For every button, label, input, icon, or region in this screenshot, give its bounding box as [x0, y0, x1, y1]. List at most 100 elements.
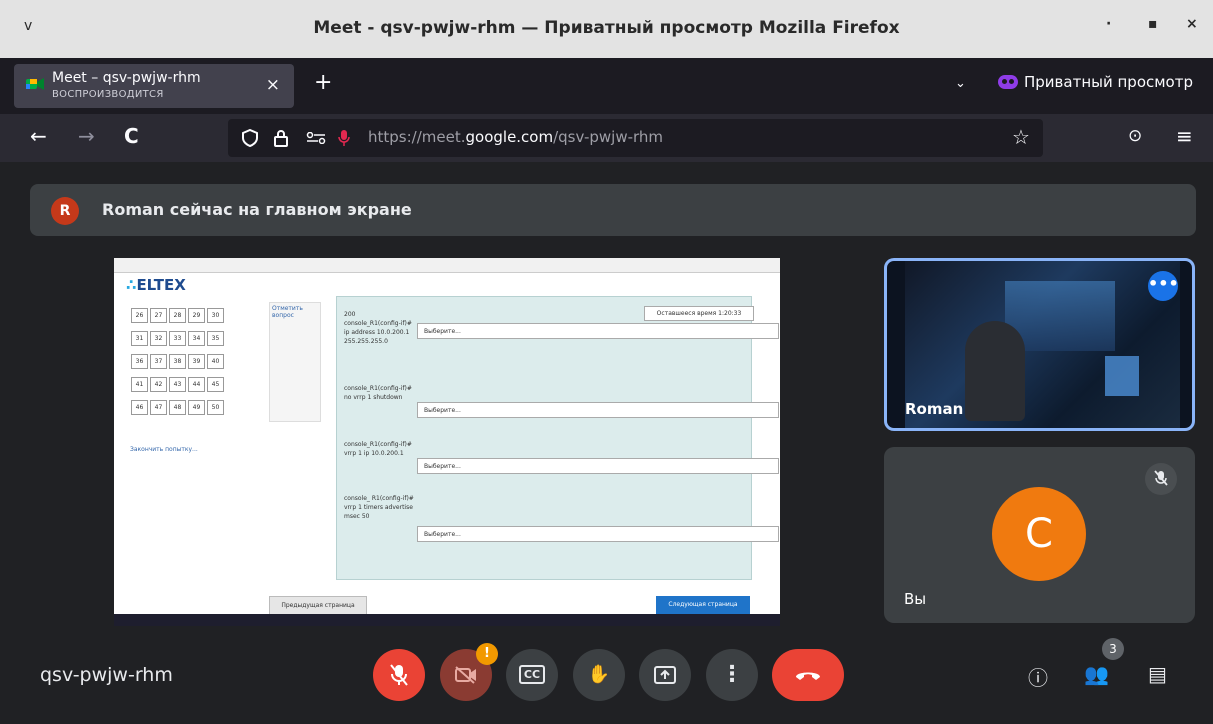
- window-titlebar: ⅴ Meet - qsv-pwjw-rhm — Приватный просмо…: [0, 0, 1213, 58]
- presenter-avatar: R: [51, 197, 79, 225]
- video-person: [965, 321, 1025, 421]
- question-number-cell[interactable]: 37: [150, 354, 167, 369]
- question-number-cell[interactable]: 46: [131, 400, 148, 415]
- leave-call-button[interactable]: [772, 649, 844, 701]
- answer-select[interactable]: Выберите...: [417, 526, 779, 542]
- eltex-logo-dots: ∴: [126, 276, 137, 294]
- question-text: console_R1(config-if)# vrrp 1 ip 10.0.20…: [344, 441, 412, 457]
- meeting-info-icon[interactable]: ⓘ: [1028, 662, 1048, 691]
- tracking-protection-shield-icon[interactable]: [242, 129, 258, 147]
- participant-name: Вы: [904, 590, 927, 608]
- next-page-button[interactable]: Следующая страница: [656, 596, 750, 614]
- question-number-cell[interactable]: 36: [131, 354, 148, 369]
- tab-close-icon[interactable]: ×: [266, 75, 280, 95]
- new-tab-button[interactable]: +: [314, 70, 332, 95]
- forward-button[interactable]: →: [78, 124, 95, 148]
- answer-select[interactable]: Выберите...: [417, 323, 779, 339]
- camera-toggle-button[interactable]: !: [440, 643, 498, 701]
- maximize-button[interactable]: ▪: [1148, 16, 1158, 32]
- people-count-badge: 3: [1102, 638, 1124, 660]
- url-text[interactable]: https://meet.google.com/qsv-pwjw-rhm: [368, 128, 663, 146]
- app-menu-icon[interactable]: ≡: [1176, 124, 1193, 148]
- question-text: 200 console_R1(config-if)# ip address 10…: [344, 311, 412, 345]
- question-number-cell[interactable]: 47: [150, 400, 167, 415]
- mic-muted-icon: [1145, 463, 1177, 495]
- question-number-cell[interactable]: 31: [131, 331, 148, 346]
- question-number-cell[interactable]: 42: [150, 377, 167, 392]
- question-number-cell[interactable]: 41: [131, 377, 148, 392]
- time-remaining: Оставшееся время 1:20:33: [644, 306, 754, 321]
- flag-question[interactable]: Отметить вопрос: [269, 302, 321, 422]
- people-icon[interactable]: 👥: [1084, 662, 1109, 686]
- permissions-icon[interactable]: [306, 132, 326, 144]
- private-browsing-label: Приватный просмотр: [1024, 73, 1193, 91]
- question-number-cell[interactable]: 29: [188, 308, 205, 323]
- question-number-cell[interactable]: 27: [150, 308, 167, 323]
- present-icon: [654, 666, 676, 684]
- more-vert-icon: ⋮: [721, 662, 743, 687]
- mic-muted-glyph: [1154, 470, 1168, 486]
- question-number-cell[interactable]: 48: [169, 400, 186, 415]
- more-options-button[interactable]: ⋮: [706, 649, 758, 701]
- question-number-cell[interactable]: 28: [169, 308, 186, 323]
- tab-meet[interactable]: Meet – qsv-pwjw-rhm ВОСПРОИЗВОДИТСЯ ×: [14, 64, 294, 108]
- microphone-in-use-icon[interactable]: [338, 129, 350, 147]
- tab-playing-status: ВОСПРОИЗВОДИТСЯ: [52, 89, 164, 100]
- participant-tile-roman[interactable]: ••• Roman: [884, 258, 1195, 431]
- eltex-logo: ∴ELTEX: [126, 276, 186, 294]
- close-window-button[interactable]: ×: [1186, 16, 1198, 32]
- self-avatar: C: [992, 487, 1086, 581]
- question-number-cell[interactable]: 44: [188, 377, 205, 392]
- pocket-icon[interactable]: ⊙: [1128, 126, 1142, 146]
- question-number-cell[interactable]: 43: [169, 377, 186, 392]
- eltex-logo-text: ELTEX: [136, 276, 186, 294]
- url-domain: google.com: [465, 128, 554, 146]
- captions-button[interactable]: CC: [506, 649, 558, 701]
- answer-select[interactable]: Выберите...: [417, 402, 779, 418]
- present-screen-button[interactable]: [639, 649, 691, 701]
- navigation-toolbar: ← → C https://meet.google.com/qsv-pwjw-r…: [0, 114, 1213, 162]
- question-number-cell[interactable]: 30: [207, 308, 224, 323]
- url-prefix: https://meet.: [368, 128, 466, 146]
- bookmark-star-icon[interactable]: ☆: [1012, 125, 1030, 149]
- mic-toggle-button[interactable]: [373, 649, 425, 701]
- participant-tile-self[interactable]: C Вы: [884, 447, 1195, 623]
- shared-taskbar: [114, 614, 780, 626]
- question-number-cell[interactable]: 45: [207, 377, 224, 392]
- minimize-button[interactable]: ·: [1106, 16, 1111, 32]
- shared-screen[interactable]: ∴ELTEX 26 27 28 29 3031 32 33 34 3536 37 38 39 4041 4…: [114, 258, 780, 626]
- reload-button[interactable]: C: [124, 124, 139, 148]
- list-all-tabs-icon[interactable]: ⌄: [955, 76, 966, 91]
- previous-page-button[interactable]: Предыдущая страница: [269, 596, 367, 616]
- question-number-cell[interactable]: 40: [207, 354, 224, 369]
- question-number-cell[interactable]: 33: [169, 331, 186, 346]
- participant-name: Roman: [905, 400, 964, 418]
- chat-icon[interactable]: ▤: [1148, 662, 1167, 686]
- answer-select[interactable]: Выберите...: [417, 458, 779, 474]
- private-mask-icon: [998, 75, 1018, 89]
- meet-page: R Roman сейчас на главном экране ∴ELTEX …: [0, 162, 1213, 724]
- question-number-cell[interactable]: 49: [188, 400, 205, 415]
- url-bar[interactable]: https://meet.google.com/qsv-pwjw-rhm ☆: [228, 119, 1043, 157]
- video-monitor-glow: [1105, 356, 1139, 396]
- camera-off-icon: [455, 666, 476, 684]
- question-text: console_R1(config-if)# no vrrp 1 shutdow…: [344, 385, 412, 401]
- back-button[interactable]: ←: [30, 124, 47, 148]
- raise-hand-button[interactable]: ✋: [573, 649, 625, 701]
- more-options-icon[interactable]: •••: [1148, 271, 1179, 301]
- shared-browser-address-bar: [114, 258, 780, 273]
- question-number-cell[interactable]: 35: [207, 331, 224, 346]
- meeting-code: qsv-pwjw-rhm: [40, 664, 173, 686]
- question-number-cell[interactable]: 39: [188, 354, 205, 369]
- presenting-text: Roman сейчас на главном экране: [102, 200, 412, 219]
- mic-off-icon: [390, 664, 408, 686]
- question-number-cell[interactable]: 32: [150, 331, 167, 346]
- window-title: Meet - qsv-pwjw-rhm — Приватный просмотр…: [313, 18, 900, 38]
- question-number-cell[interactable]: 26: [131, 308, 148, 323]
- finish-attempt-link[interactable]: Закончить попытку...: [130, 446, 198, 453]
- question-number-cell[interactable]: 38: [169, 354, 186, 369]
- question-number-cell[interactable]: 50: [207, 400, 224, 415]
- lock-icon[interactable]: [274, 129, 288, 147]
- question-number-cell[interactable]: 34: [188, 331, 205, 346]
- private-browsing-indicator: Приватный просмотр: [998, 73, 1193, 91]
